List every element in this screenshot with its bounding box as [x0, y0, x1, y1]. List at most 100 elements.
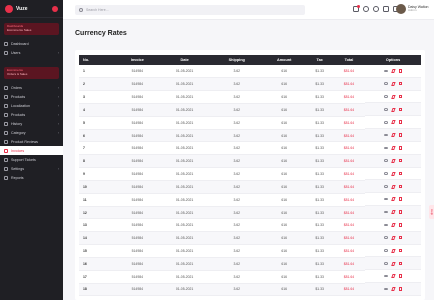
- sidebar-section-ecommerce[interactable]: Ecommerce Orders & Sales: [4, 67, 59, 79]
- delete-icon[interactable]: [399, 223, 403, 227]
- edit-icon[interactable]: [391, 261, 396, 266]
- cell-tax: $1.33: [306, 77, 333, 92]
- edit-icon[interactable]: [391, 248, 396, 253]
- sidebar-item-history[interactable]: History ›: [0, 119, 63, 128]
- view-icon[interactable]: [384, 262, 389, 265]
- column-header-shipping[interactable]: Shipping: [212, 55, 262, 65]
- cell-total: $81.64: [332, 167, 366, 181]
- view-icon[interactable]: [384, 82, 389, 86]
- column-header-no[interactable]: No.: [79, 55, 117, 65]
- delete-icon[interactable]: [399, 133, 403, 137]
- sidebar-item-products[interactable]: Products ›: [0, 92, 63, 101]
- sidebar-item-category[interactable]: Category ›: [0, 128, 63, 137]
- chevron-right-icon: ›: [57, 50, 59, 55]
- edit-icon[interactable]: [391, 69, 396, 73]
- edit-icon[interactable]: [391, 197, 396, 201]
- view-icon[interactable]: [384, 146, 389, 150]
- view-icon[interactable]: [384, 159, 389, 162]
- view-icon[interactable]: [384, 236, 389, 239]
- edit-icon[interactable]: [391, 120, 396, 124]
- view-icon[interactable]: [384, 133, 389, 137]
- avatar[interactable]: [396, 4, 406, 14]
- cell-total: $81.64: [332, 116, 366, 130]
- delete-icon[interactable]: [399, 235, 403, 240]
- edit-icon[interactable]: [391, 223, 396, 227]
- sidebar-item-orders[interactable]: Orders ›: [0, 83, 63, 92]
- bell-icon[interactable]: [353, 5, 360, 12]
- delete-icon[interactable]: [399, 197, 403, 201]
- mail-icon[interactable]: [383, 6, 389, 12]
- view-icon[interactable]: [384, 197, 389, 201]
- edit-icon[interactable]: [391, 274, 396, 278]
- delete-icon[interactable]: [399, 171, 403, 176]
- column-header-tax[interactable]: Tax: [306, 55, 332, 65]
- cell-date: 01-05-2021: [157, 116, 212, 130]
- table-row: 1 514984 01-05-2021 3.62 616 $1.33 $81.64: [79, 65, 421, 79]
- column-header-invoice[interactable]: Invoice: [117, 55, 158, 65]
- delete-icon[interactable]: [399, 184, 403, 189]
- sidebar-item-support-tickets[interactable]: Support Tickets: [0, 155, 63, 164]
- delete-icon[interactable]: [399, 120, 403, 124]
- delete-icon[interactable]: [399, 107, 403, 112]
- sidebar-item-localization[interactable]: Localization ›: [0, 101, 63, 110]
- search-box[interactable]: Search Here...: [75, 5, 305, 15]
- delete-icon[interactable]: [399, 287, 403, 291]
- view-icon[interactable]: [384, 95, 389, 98]
- sidebar-item-users[interactable]: Users ›: [0, 48, 63, 57]
- view-icon[interactable]: [384, 249, 389, 252]
- view-icon[interactable]: [384, 172, 389, 175]
- cell-total: $81.64: [332, 270, 366, 284]
- sidebar-item-products[interactable]: Products ›: [0, 110, 63, 119]
- edit-icon[interactable]: [391, 184, 396, 189]
- delete-icon[interactable]: [399, 248, 403, 253]
- edit-icon[interactable]: [391, 81, 396, 86]
- table-row: 6 514984 01-05-2021 3.62 616 $1.33 $81.64: [79, 129, 421, 143]
- sidebar-item-dashboard[interactable]: Dashboard: [0, 39, 63, 48]
- view-icon[interactable]: [384, 120, 389, 124]
- view-icon[interactable]: [384, 287, 389, 291]
- sidebar-item-invoices[interactable]: Invoices: [0, 146, 63, 155]
- edit-icon[interactable]: [391, 146, 396, 150]
- chat-icon[interactable]: [373, 6, 379, 12]
- column-header-options[interactable]: Options: [365, 55, 421, 65]
- view-icon[interactable]: [384, 185, 389, 188]
- user-menu[interactable]: Daisy Walton Admin: [396, 4, 429, 14]
- edit-icon[interactable]: [391, 171, 396, 176]
- view-icon[interactable]: [384, 210, 389, 214]
- column-header-date[interactable]: Date: [158, 55, 212, 65]
- edit-icon[interactable]: [391, 94, 396, 99]
- sidebar-item-settings[interactable]: Settings ›: [0, 164, 63, 173]
- sidebar-collapse-icon[interactable]: [52, 5, 58, 12]
- delete-icon[interactable]: [399, 274, 403, 278]
- edit-icon[interactable]: [391, 287, 396, 291]
- delete-icon[interactable]: [399, 146, 403, 150]
- delete-icon[interactable]: [399, 69, 403, 73]
- delete-icon[interactable]: [399, 261, 403, 266]
- view-icon[interactable]: [384, 108, 389, 111]
- gift-icon[interactable]: [363, 6, 369, 12]
- help-tab[interactable]: Help: [429, 205, 434, 219]
- sidebar-section-dashboards[interactable]: Dashboards Ecommerce Sales: [4, 23, 59, 35]
- sidebar-item-reports[interactable]: Reports: [0, 173, 63, 182]
- edit-icon[interactable]: [391, 107, 396, 112]
- edit-icon[interactable]: [391, 235, 396, 240]
- column-header-total[interactable]: Total: [333, 55, 365, 65]
- search-input[interactable]: Search Here...: [86, 8, 109, 12]
- sidebar-item-product-reviews[interactable]: Product Reviews: [0, 137, 63, 146]
- view-icon[interactable]: [384, 274, 389, 278]
- view-icon[interactable]: [384, 223, 389, 227]
- menu-item-icon: [4, 175, 8, 180]
- cell-tax: $1.33: [306, 141, 333, 156]
- column-header-amount[interactable]: Amount: [262, 55, 307, 65]
- table-body: 1 514984 01-05-2021 3.62 616 $1.33 $81.64 2 5149…: [79, 65, 421, 297]
- delete-icon[interactable]: [399, 81, 403, 86]
- edit-icon[interactable]: [391, 133, 396, 137]
- delete-icon[interactable]: [399, 158, 403, 163]
- view-icon[interactable]: [384, 69, 389, 73]
- edit-icon[interactable]: [391, 158, 396, 163]
- edit-icon[interactable]: [391, 210, 396, 214]
- delete-icon[interactable]: [399, 210, 403, 214]
- cell-no: 13: [79, 218, 117, 233]
- brand-logo[interactable]: Vuze: [0, 0, 63, 18]
- delete-icon[interactable]: [399, 94, 403, 99]
